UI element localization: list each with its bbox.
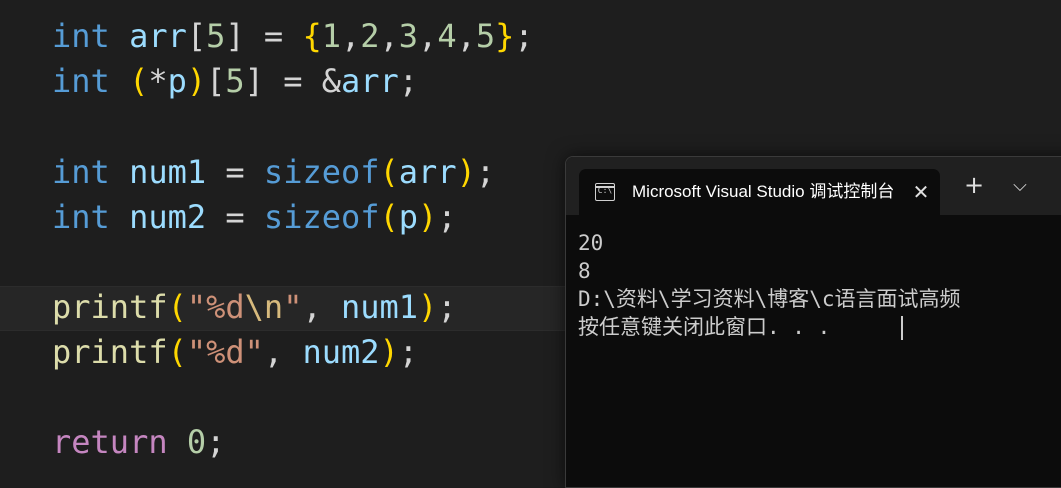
code-token: int: [52, 153, 110, 191]
code-token: ;: [398, 62, 419, 100]
code-line: int num2 = sizeof(p);: [52, 195, 457, 240]
console-icon: C:\: [595, 183, 615, 201]
terminal-tab[interactable]: C:\ Microsoft Visual Studio 调试控制台 ✕: [579, 169, 940, 215]
code-token: printf: [52, 288, 168, 326]
code-token: =: [206, 198, 264, 236]
code-token: ] =: [225, 17, 303, 55]
code-line: printf("%d", num2);: [52, 330, 418, 375]
code-token: ] = &: [244, 62, 341, 100]
code-token: p: [167, 62, 187, 100]
code-token: sizeof: [263, 153, 380, 191]
code-token: arr: [398, 153, 457, 191]
code-token: ): [186, 62, 207, 100]
code-token: 3: [398, 17, 419, 55]
code-token: \n: [244, 288, 284, 326]
code-token: return: [52, 423, 168, 461]
code-token: ;: [437, 198, 457, 236]
code-token: int: [52, 62, 110, 100]
output-line: D:\资料\学习资料\博客\c语言面试高频: [578, 287, 961, 311]
code-token: 5: [206, 17, 226, 55]
close-icon[interactable]: ✕: [909, 180, 933, 204]
output-line: 20: [578, 231, 604, 255]
code-token: 5: [225, 62, 245, 100]
code-token: 4: [437, 17, 457, 55]
output-line: 按任意键关闭此窗口. . .: [578, 315, 831, 339]
terminal-tab-bar: C:\ Microsoft Visual Studio 调试控制台 ✕ + ⌵: [566, 157, 1061, 215]
code-token: ;: [206, 423, 226, 461]
code-token: ;: [475, 153, 496, 191]
code-token: ;: [437, 288, 457, 326]
code-line: int arr[5] = {1,2,3,4,5};: [52, 14, 534, 59]
code-token: [: [186, 17, 207, 55]
code-token: ,: [302, 288, 341, 326]
code-line: int num1 = sizeof(arr);: [52, 150, 495, 195]
debug-console-window[interactable]: C:\ Microsoft Visual Studio 调试控制台 ✕ + ⌵ …: [565, 156, 1061, 488]
output-line: 8: [578, 259, 591, 283]
code-token: (: [167, 288, 187, 326]
code-line: printf("%d\n", num1);: [52, 285, 457, 330]
code-token: num1: [340, 288, 419, 326]
code-token: ,: [456, 17, 476, 55]
code-token: ,: [418, 17, 438, 55]
code-token: sizeof: [263, 198, 380, 236]
code-token: p: [398, 198, 419, 236]
code-line: int (*p)[5] = &arr;: [52, 59, 418, 104]
code-token: "%d": [186, 333, 264, 371]
code-token: ,: [340, 17, 361, 55]
code-token: *: [148, 62, 168, 100]
code-line: return 0;: [52, 420, 225, 465]
code-token: ): [418, 288, 438, 326]
code-token: int: [52, 198, 110, 236]
chevron-down-icon[interactable]: ⌵: [1008, 174, 1032, 198]
code-token: arr: [340, 62, 399, 100]
code-token: (: [167, 333, 187, 371]
code-token: int: [52, 17, 110, 55]
code-token: (: [379, 198, 399, 236]
code-token: {: [302, 17, 322, 55]
code-token: ": [283, 288, 303, 326]
code-token: num2: [129, 198, 207, 236]
code-token: 1: [321, 17, 341, 55]
tab-title: Microsoft Visual Studio 调试控制台: [632, 182, 894, 201]
code-token: "%d: [186, 288, 245, 326]
code-token: [: [206, 62, 226, 100]
code-token: 2: [360, 17, 380, 55]
text-cursor: [901, 316, 903, 340]
code-token: arr: [129, 17, 187, 55]
code-token: }: [495, 17, 515, 55]
code-token: ): [379, 333, 399, 371]
code-token: ;: [398, 333, 419, 371]
code-token: ): [418, 198, 438, 236]
code-token: 0: [186, 423, 207, 461]
code-token: (: [379, 153, 399, 191]
code-token: 5: [475, 17, 496, 55]
code-token: ): [456, 153, 476, 191]
code-token: (: [129, 62, 149, 100]
code-token: num1: [129, 153, 207, 191]
code-token: num2: [302, 333, 380, 371]
code-token: ;: [514, 17, 534, 55]
code-token: =: [206, 153, 264, 191]
code-token: ,: [379, 17, 399, 55]
code-token: ,: [263, 333, 303, 371]
code-token: printf: [52, 333, 168, 371]
new-tab-button[interactable]: +: [962, 173, 986, 197]
